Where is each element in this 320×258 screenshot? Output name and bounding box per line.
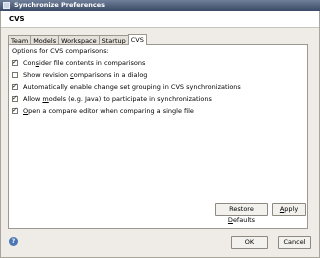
cvs-options-panel: Options for CVS comparisons: Consider fi…	[8, 44, 308, 229]
preferences-dialog: CVS Team Models Workspace Startup CVS Op…	[0, 11, 320, 258]
option-change-set-grouping[interactable]: Automatically enable change set grouping…	[12, 82, 241, 92]
restore-defaults-button[interactable]: Restore Defaults	[215, 203, 268, 224]
option-show-revision-comparisons[interactable]: Show revision comparisons in a dialog	[12, 70, 147, 80]
change-set-grouping-checkbox[interactable]	[12, 82, 18, 90]
option-open-compare-editor[interactable]: Open a compare editor when comparing a s…	[12, 106, 194, 116]
apply-button[interactable]: Apply	[272, 203, 306, 216]
options-intro-label: Options for CVS comparisons:	[12, 47, 109, 55]
window-title: Synchronize Preferences	[14, 1, 105, 9]
option-consider-file-contents[interactable]: Consider file contents in comparisons	[12, 58, 145, 68]
option-label: Consider file contents in comparisons	[23, 59, 146, 67]
allow-models-checkbox[interactable]	[12, 94, 18, 102]
open-compare-editor-checkbox[interactable]	[12, 106, 18, 114]
page-title: CVS	[9, 15, 25, 23]
option-allow-models[interactable]: Allow models (e.g. Java) to participate …	[12, 94, 212, 104]
option-label: Automatically enable change set grouping…	[23, 83, 241, 91]
option-label: Open a compare editor when comparing a s…	[23, 107, 194, 115]
tab-cvs[interactable]: CVS	[127, 34, 147, 45]
help-icon[interactable]: ?	[9, 237, 18, 246]
window-icon	[3, 2, 10, 9]
option-label: Allow models (e.g. Java) to participate …	[23, 95, 212, 103]
ok-button[interactable]: OK	[231, 236, 268, 249]
page-title-bar: CVS	[1, 11, 319, 28]
cancel-button[interactable]: Cancel	[278, 236, 311, 249]
show-revision-checkbox[interactable]	[12, 72, 18, 78]
consider-contents-checkbox[interactable]	[12, 58, 18, 66]
option-label: Show revision comparisons in a dialog	[23, 71, 148, 79]
